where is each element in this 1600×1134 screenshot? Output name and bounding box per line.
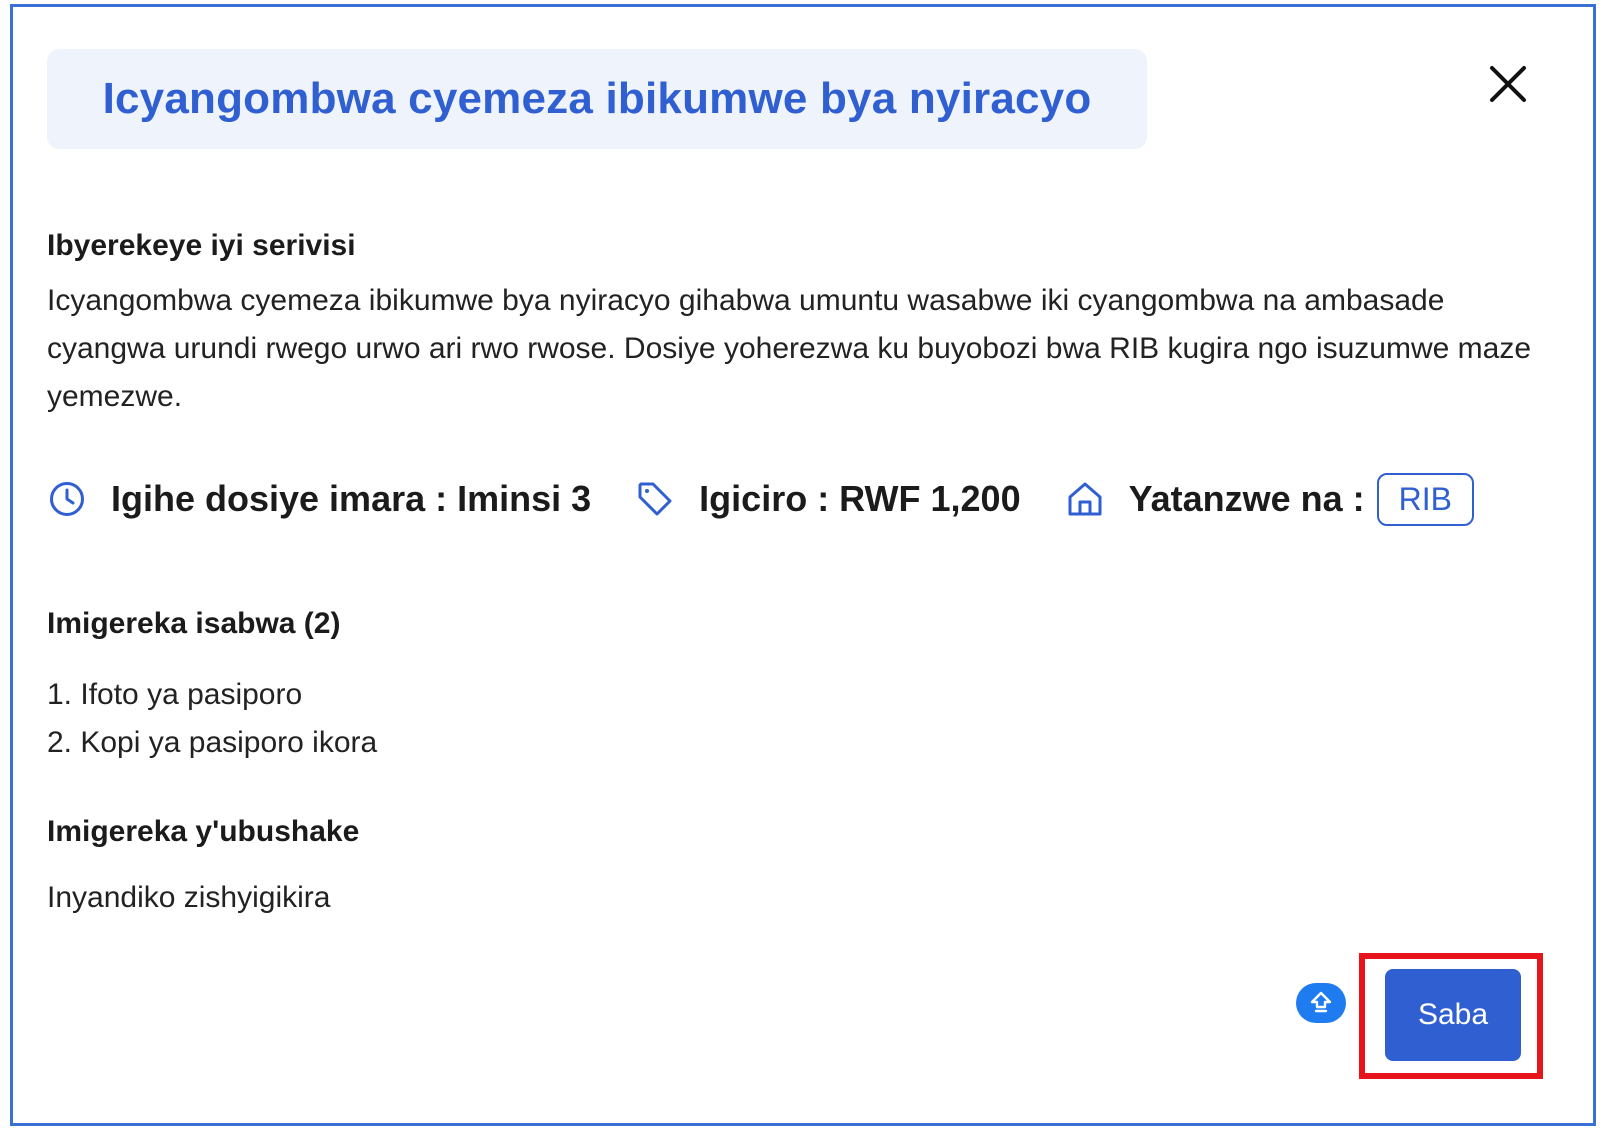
service-info-row: Igihe dosiye imara : Iminsi 3 Igiciro : … bbox=[47, 469, 1475, 529]
tag-icon bbox=[635, 479, 675, 519]
service-description: Icyangombwa cyemeza ibikumwe bya nyiracy… bbox=[47, 284, 1532, 413]
clock-icon bbox=[47, 479, 87, 519]
required-documents-list: 1. Ifoto ya pasiporo 2. Kopi ya pasiporo… bbox=[47, 671, 377, 767]
close-icon[interactable] bbox=[1489, 65, 1527, 103]
price-text: Igiciro : RWF 1,200 bbox=[699, 478, 1021, 519]
highlight-box bbox=[1359, 953, 1543, 1079]
upload-button[interactable] bbox=[1296, 983, 1346, 1023]
modal-title-banner: Icyangombwa cyemeza ibikumwe bya nyiracy… bbox=[47, 49, 1147, 149]
price: Igiciro : RWF 1,200 bbox=[635, 478, 1021, 520]
provider: Yatanzwe na : RIB bbox=[1065, 472, 1475, 526]
processing-time-text: Igihe dosiye imara : Iminsi 3 bbox=[111, 478, 592, 519]
provider-label: Yatanzwe na : bbox=[1128, 478, 1365, 519]
optional-documents-text: Inyandiko zishyigikira bbox=[47, 881, 331, 914]
about-heading: Ibyerekeye iyi serivisi bbox=[47, 229, 356, 262]
processing-time: Igihe dosiye imara : Iminsi 3 bbox=[47, 478, 591, 520]
provider-badge: RIB bbox=[1376, 472, 1475, 526]
list-item: 2. Kopi ya pasiporo ikora bbox=[47, 726, 378, 759]
upload-icon[interactable] bbox=[1308, 990, 1334, 1016]
service-modal: Icyangombwa cyemeza ibikumwe bya nyiracy… bbox=[10, 4, 1596, 1126]
optional-documents-heading: Imigereka y'ubushake bbox=[47, 815, 360, 848]
required-documents-heading: Imigereka isabwa (2) bbox=[47, 607, 341, 640]
close-button[interactable] bbox=[1483, 59, 1533, 109]
home-icon bbox=[1065, 479, 1105, 519]
list-item: 1. Ifoto ya pasiporo bbox=[47, 678, 303, 711]
modal-title: Icyangombwa cyemeza ibikumwe bya nyiracy… bbox=[102, 74, 1092, 123]
